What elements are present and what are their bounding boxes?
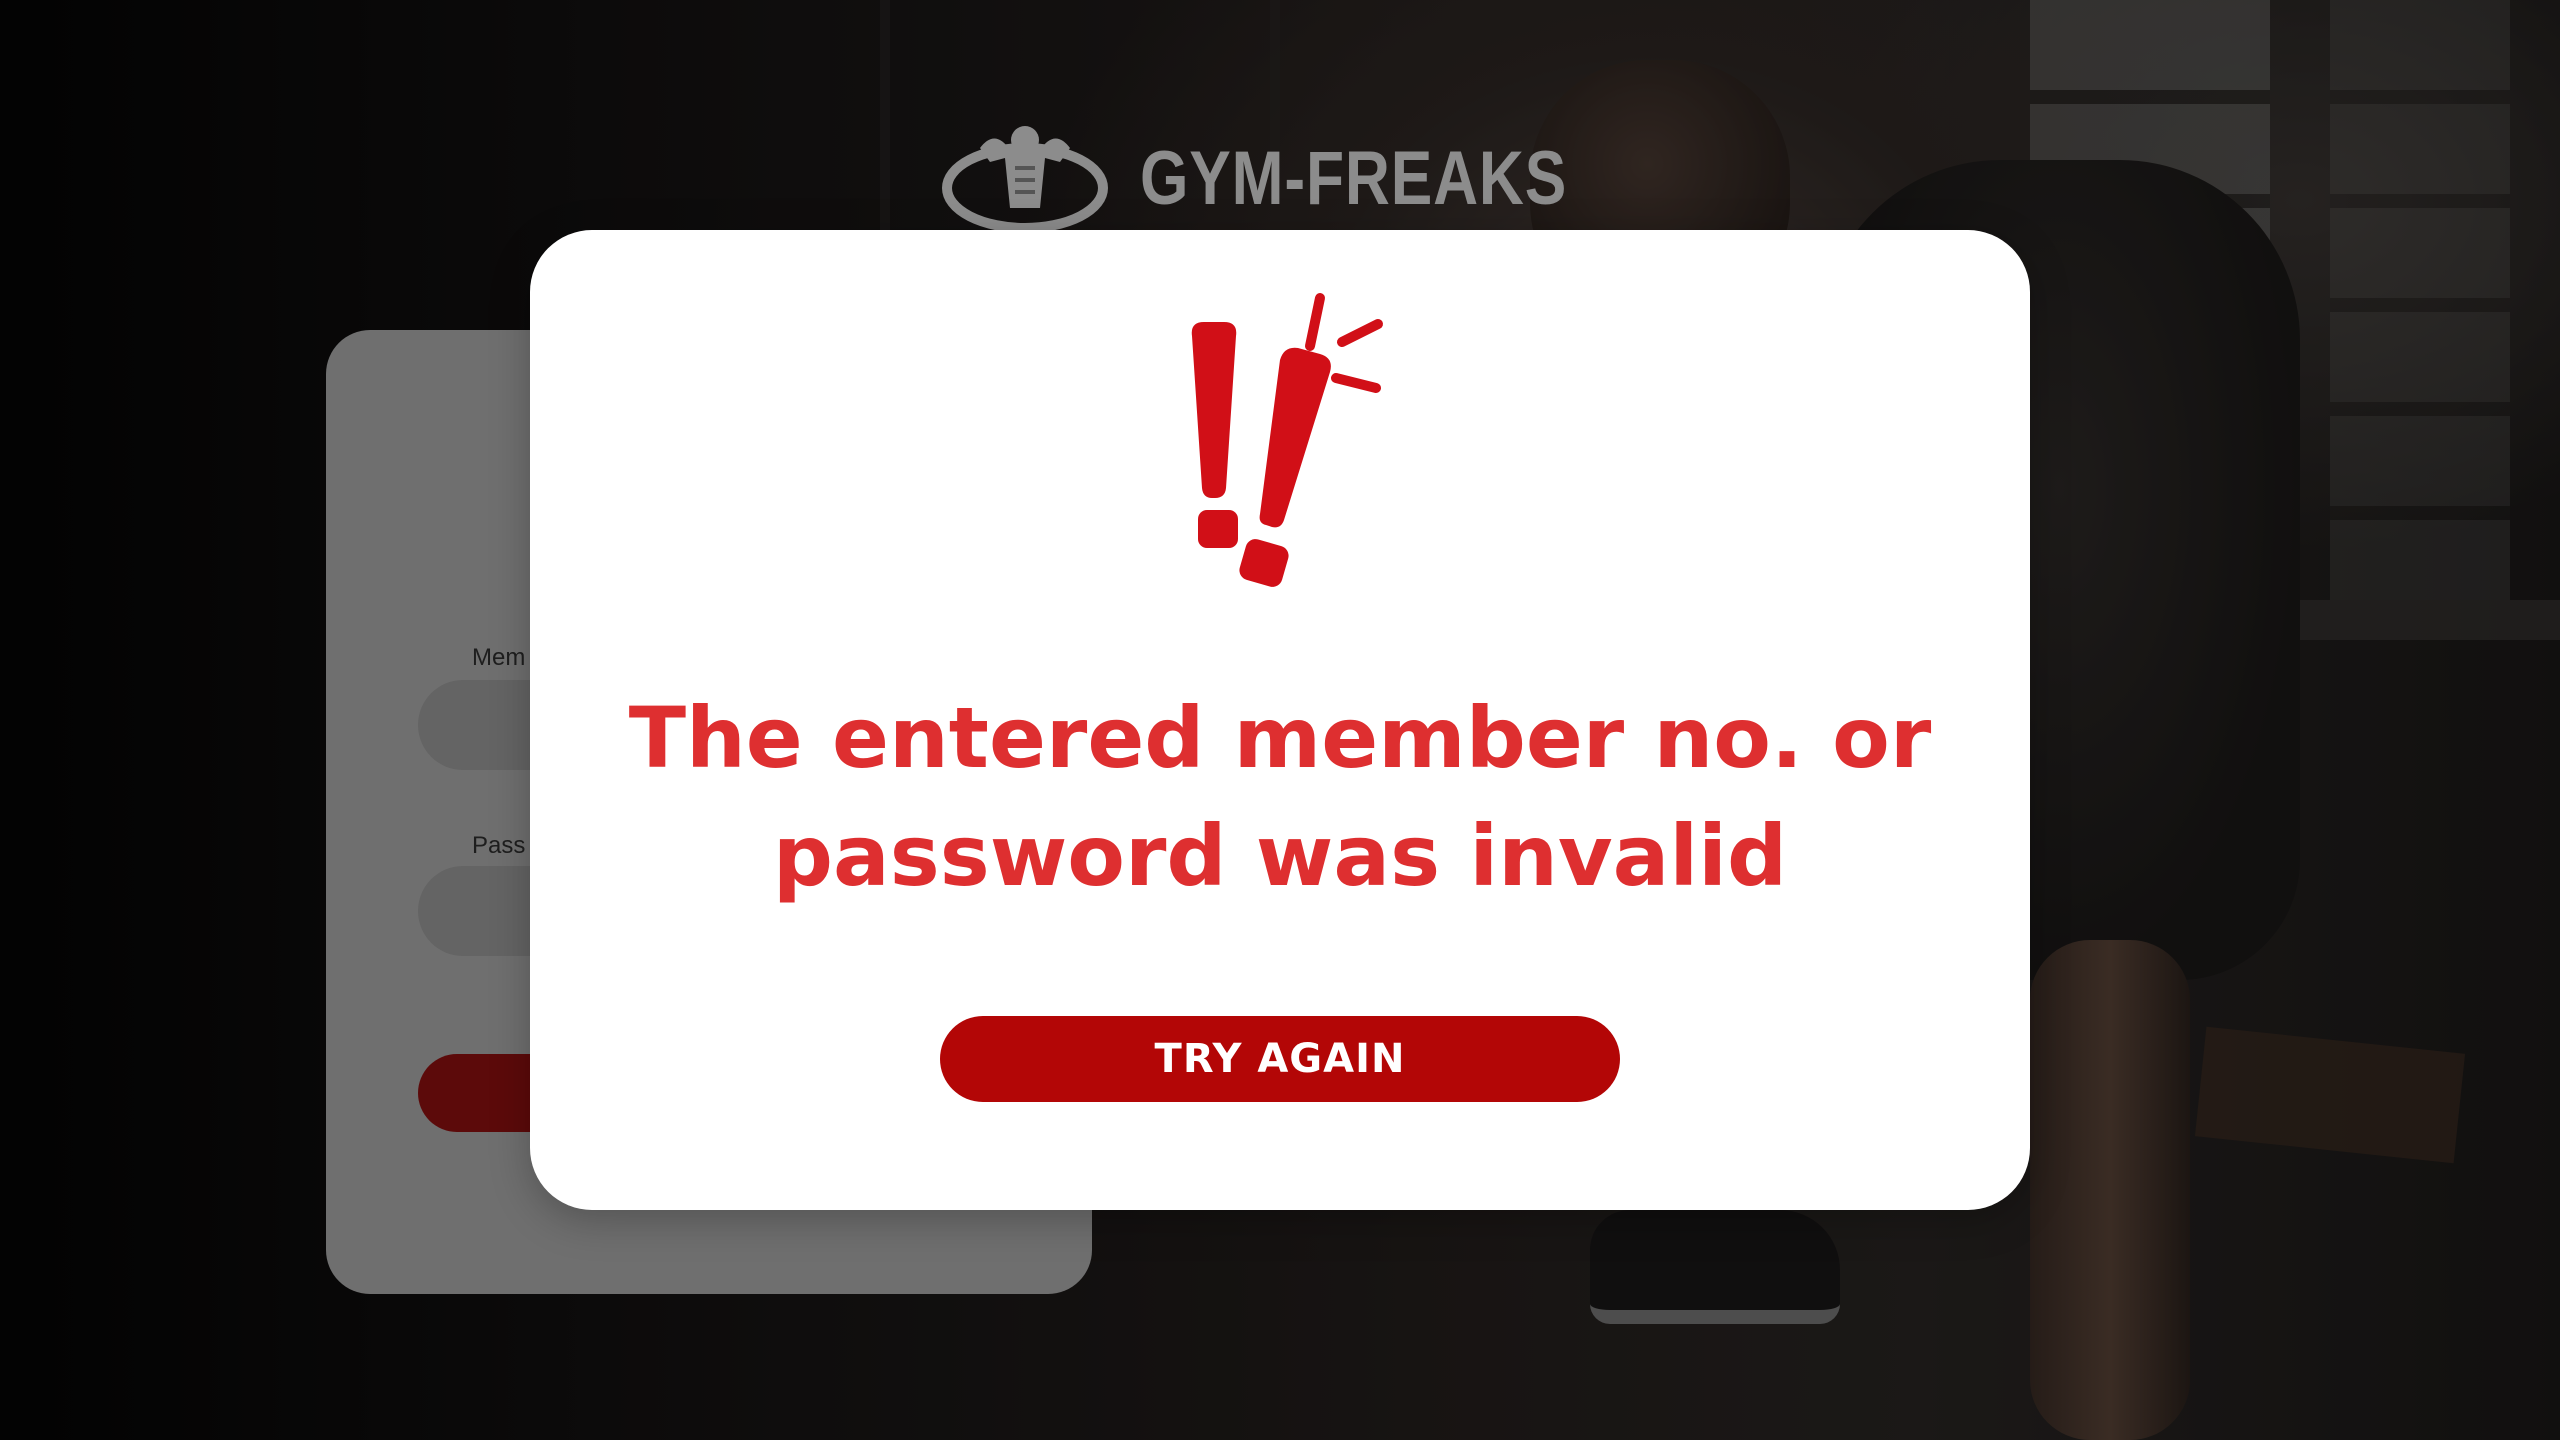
exclamation-alert-icon: [1191, 293, 1383, 587]
try-again-button[interactable]: TRY AGAIN: [940, 1016, 1620, 1102]
bodybuilder-logo-icon: [942, 126, 1108, 233]
error-message: The entered member no. or password was i…: [530, 680, 2030, 915]
error-message-line-2: password was invalid: [772, 806, 1788, 905]
brand-name: GYM-FREAKS: [1140, 135, 1568, 221]
login-screen: GYM-FREAKS Mem Pass The entered member n…: [0, 0, 2560, 1440]
member-no-label: Mem: [472, 644, 526, 671]
password-label: Pass: [472, 832, 526, 859]
brand-logo: GYM-FREAKS: [940, 118, 1661, 238]
error-dialog: The entered member no. or password was i…: [530, 230, 2030, 1210]
error-message-line-1: The entered member no. or: [628, 689, 1932, 787]
